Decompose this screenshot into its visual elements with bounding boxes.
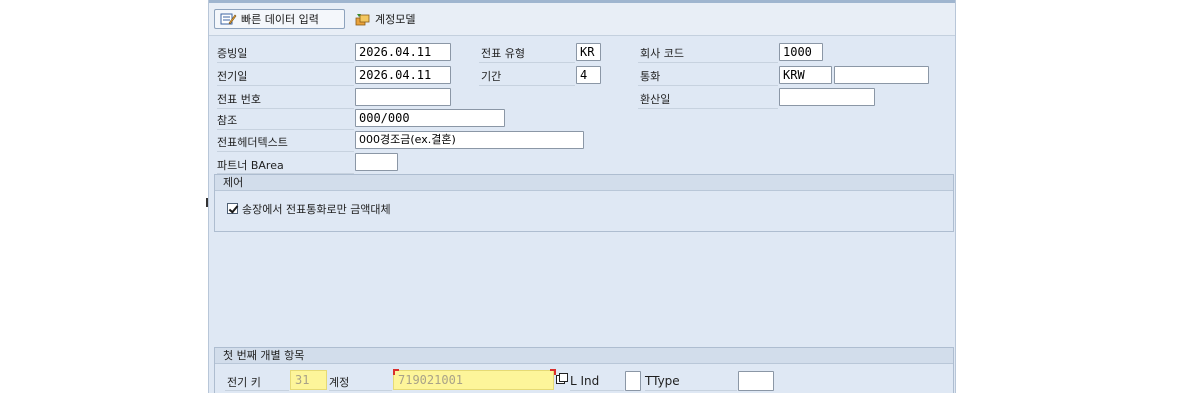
doc-date-field[interactable]: 2026.04.11 bbox=[355, 43, 451, 61]
fast-entry-icon bbox=[220, 12, 237, 26]
reference-label: 참조 bbox=[217, 114, 238, 127]
quick-entry-label: 빠른 데이터 입력 bbox=[241, 13, 319, 26]
ttype-field[interactable] bbox=[738, 371, 774, 391]
doc-type-field[interactable]: KR bbox=[576, 43, 601, 61]
translation-date-underline bbox=[638, 108, 778, 109]
account-field[interactable]: 719021001 bbox=[393, 370, 554, 390]
currency-underline bbox=[638, 85, 778, 86]
partner-barea-field[interactable] bbox=[355, 153, 398, 171]
posting-key-field[interactable]: 31 bbox=[290, 370, 327, 390]
company-code-field[interactable]: 1000 bbox=[779, 43, 823, 61]
currency-label: 통화 bbox=[640, 70, 661, 83]
amount-transfer-label: 송장에서 전표통화로만 금액대체 bbox=[242, 203, 391, 216]
period-underline bbox=[479, 85, 575, 86]
partner-barea-label: 파트너 BArea bbox=[217, 159, 284, 172]
doc-number-field[interactable] bbox=[355, 88, 451, 106]
company-code-underline bbox=[638, 62, 778, 63]
first-line-item-group: 첫 번째 개별 항목 전기 키 31 계정 719021001 L Ind TT… bbox=[214, 347, 954, 393]
period-field[interactable]: 4 bbox=[576, 66, 601, 84]
period-label: 기간 bbox=[481, 70, 502, 83]
header-text-field[interactable]: 000경조금(ex.결혼) bbox=[355, 131, 584, 149]
application-toolbar: 빠른 데이터 입력 계정모델 bbox=[209, 3, 955, 36]
doc-number-underline bbox=[217, 108, 354, 109]
error-corner-mark-left bbox=[393, 369, 399, 375]
first-line-item-title: 첫 번째 개별 항목 bbox=[215, 348, 953, 364]
quick-entry-button[interactable]: 빠른 데이터 입력 bbox=[214, 9, 345, 29]
posting-date-field[interactable]: 2026.04.11 bbox=[355, 66, 451, 84]
doc-number-label: 전표 번호 bbox=[217, 93, 261, 106]
amount-transfer-checkbox[interactable] bbox=[227, 203, 238, 214]
sgl-ind-underline bbox=[570, 390, 624, 391]
currency-field[interactable]: KRW bbox=[779, 66, 832, 84]
reference-field[interactable]: 000/000 bbox=[355, 109, 505, 127]
sgl-ind-field[interactable] bbox=[625, 371, 641, 391]
posting-date-label: 전기일 bbox=[217, 70, 248, 83]
account-model-icon bbox=[354, 12, 371, 26]
posting-key-underline bbox=[225, 390, 289, 391]
translation-date-field[interactable] bbox=[779, 88, 875, 106]
ttype-label: TType bbox=[645, 374, 680, 388]
search-help-icon[interactable] bbox=[556, 373, 568, 385]
doc-date-label: 증빙일 bbox=[217, 47, 248, 60]
posting-date-underline bbox=[217, 85, 354, 86]
sgl-ind-label: L Ind bbox=[570, 374, 600, 388]
doc-date-underline bbox=[217, 62, 354, 63]
account-model-label: 계정모델 bbox=[375, 13, 416, 26]
control-group-title: 제어 bbox=[215, 175, 953, 191]
translation-date-label: 환산일 bbox=[640, 93, 671, 106]
reference-underline bbox=[217, 129, 354, 130]
account-label: 계정 bbox=[329, 376, 350, 389]
doc-type-label: 전표 유형 bbox=[481, 47, 525, 60]
control-group: 제어 송장에서 전표통화로만 금액대체 bbox=[214, 174, 954, 232]
ttype-underline bbox=[645, 390, 737, 391]
doc-type-underline bbox=[479, 62, 575, 63]
currency-extra-field[interactable] bbox=[834, 66, 929, 84]
account-model-button[interactable]: 계정모델 bbox=[349, 9, 449, 29]
sap-document-entry-screen: 빠른 데이터 입력 계정모델 증빙일 2026.04.11 전기일 2026.0… bbox=[208, 0, 956, 393]
header-text-label: 전표헤더텍스트 bbox=[217, 136, 288, 149]
company-code-label: 회사 코드 bbox=[640, 47, 684, 60]
header-text-underline bbox=[217, 151, 354, 152]
account-underline bbox=[329, 390, 392, 391]
posting-key-label: 전기 키 bbox=[227, 376, 261, 389]
